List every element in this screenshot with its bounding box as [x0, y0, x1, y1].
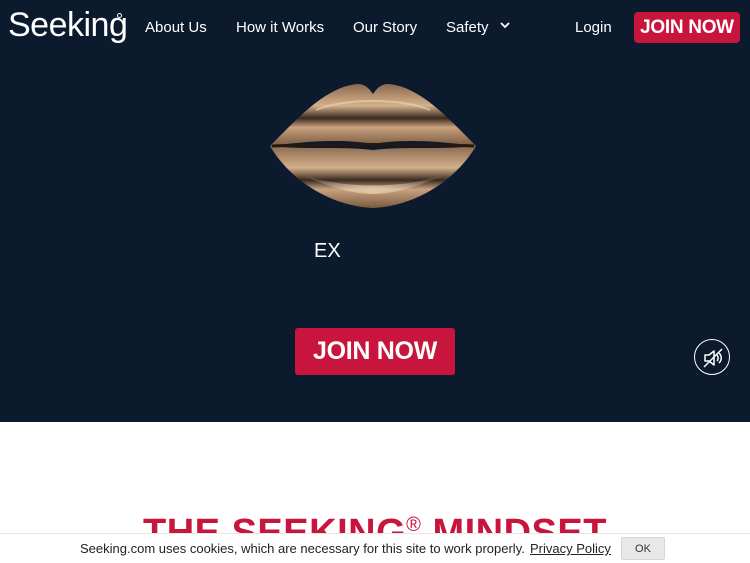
join-now-hero-button[interactable]: JOIN NOW: [295, 328, 455, 375]
nav-about-us[interactable]: About Us: [145, 19, 207, 36]
join-now-header-button[interactable]: JOIN NOW: [634, 12, 740, 43]
seeking-logo[interactable]: Seeking: [8, 6, 128, 45]
nav-how-it-works[interactable]: How it Works: [236, 19, 324, 36]
gold-lips-image: [270, 84, 476, 208]
chevron-down-icon[interactable]: [498, 18, 512, 32]
nav-safety[interactable]: Safety: [446, 19, 489, 36]
hero-banner: Seeking About Us How it Works Our Story …: [0, 0, 750, 422]
cookie-consent-bar: Seeking.com uses cookies, which are nece…: [0, 533, 750, 563]
nav-our-story[interactable]: Our Story: [353, 19, 417, 36]
hero-caption: EX: [314, 240, 341, 262]
privacy-policy-link[interactable]: Privacy Policy: [530, 541, 611, 556]
sound-toggle-button[interactable]: [694, 339, 730, 375]
cookie-ok-button[interactable]: OK: [621, 537, 665, 560]
cookie-message: Seeking.com uses cookies, which are nece…: [80, 541, 525, 556]
registered-mark-icon: [117, 13, 122, 18]
login-link[interactable]: Login: [575, 19, 612, 36]
speaker-muted-icon: [703, 348, 723, 368]
